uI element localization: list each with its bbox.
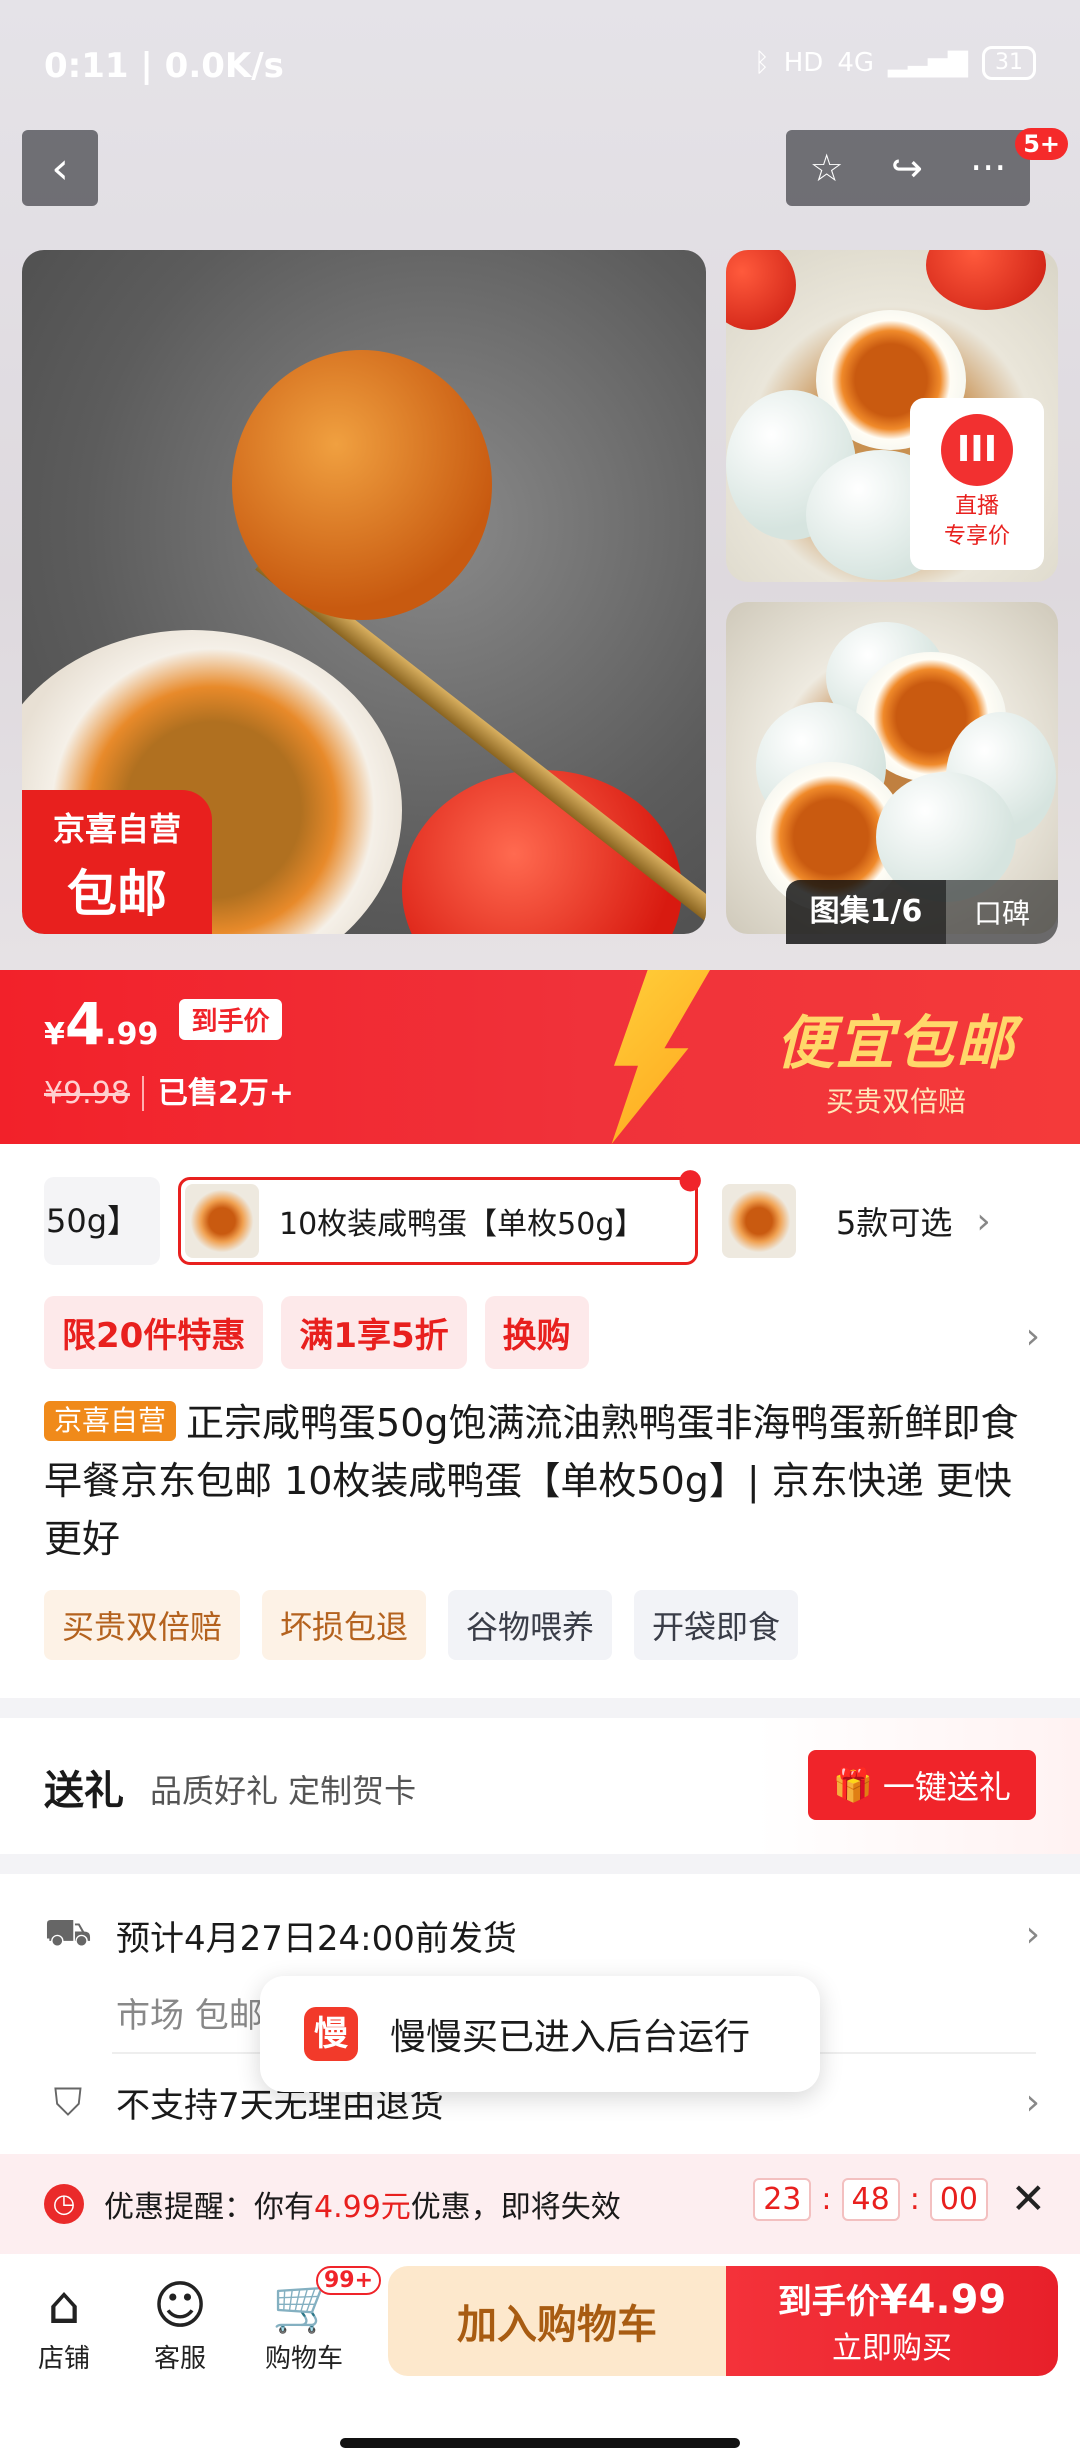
promo-tags[interactable]: 限20件特惠 满1享5折 换购 <box>44 1296 589 1369</box>
sku-more[interactable]: 5款可选 › <box>722 1184 991 1258</box>
hot-icon: ● <box>678 1162 703 1195</box>
to-hand-price-badge: 到手价 <box>179 999 282 1040</box>
sku-selector: 50g】 10枚装咸鸭蛋【单枚50g】 ● 5款可选 › <box>44 1162 1044 1266</box>
promo-tag[interactable]: 换购 <box>484 1296 589 1369</box>
feature-tag: 买贵双倍赔 <box>44 1590 241 1660</box>
live-icon: III <box>941 414 1013 486</box>
feature-tag: 开袋即食 <box>634 1590 799 1660</box>
price-meta: ¥9.98 已售2万+ <box>44 1068 294 1112</box>
clock-icon: ◷ <box>44 2184 84 2224</box>
chevron-right-icon[interactable]: › <box>1026 1316 1040 1357</box>
price-block: ¥4.99 到手价 ¥9.98 已售2万+ <box>44 990 294 1112</box>
countdown-timer: 23: 48: 00 <box>753 2178 988 2221</box>
countdown-hours: 23 <box>753 2178 812 2221</box>
product-info-card: 50g】 10枚装咸鸭蛋【单枚50g】 ● 5款可选 › 限20件特惠 满1享5… <box>0 1144 1080 1698</box>
sold-count: 已售2万+ <box>141 1076 294 1111</box>
current-price: ¥4.99 <box>44 990 159 1058</box>
more-icon[interactable]: ··· <box>970 146 1006 190</box>
home-indicator[interactable] <box>340 2438 740 2448</box>
shield-icon: ⛉ <box>53 2080 83 2124</box>
sku-thumbnail <box>185 1184 259 1258</box>
reminder-amount: 4.99元 <box>314 2190 411 2225</box>
gallery-pill[interactable]: 图集1/6 口碑 <box>786 880 1058 944</box>
gift-section: 送礼 品质好礼 定制贺卡 🎁 一键送礼 <box>0 1718 1080 1854</box>
free-shipping-stamp: 京喜自营 包邮 <box>22 790 212 934</box>
chevron-right-icon[interactable]: › <box>1026 2082 1040 2123</box>
truck-icon: ⛟ <box>44 1910 92 1954</box>
promo-tag[interactable]: 限20件特惠 <box>44 1296 264 1369</box>
bottom-action-bar: ⌂ 店铺 ☺ 客服 🛒 购物车 99+ 加入购物车 到手价¥4.99 立即购买 <box>0 2254 1080 2460</box>
share-icon[interactable]: ↪ <box>891 146 923 190</box>
countdown-minutes: 48 <box>841 2178 900 2221</box>
promo-banner[interactable]: 便宜包邮 买贵双倍赔 <box>776 996 1016 1120</box>
gift-icon: 🎁 <box>833 1766 873 1804</box>
favorite-icon[interactable]: ☆ <box>810 146 844 190</box>
live-stream-card[interactable]: III 直播 专享价 <box>910 398 1044 570</box>
gallery-count[interactable]: 图集1/6 <box>786 880 946 944</box>
original-price: ¥9.98 <box>44 1076 130 1111</box>
promo-tag[interactable]: 满1享5折 <box>281 1296 467 1369</box>
top-actions: ☆ ↪ ··· <box>786 130 1030 206</box>
feature-tag: 谷物喂养 <box>448 1590 613 1660</box>
cart-badge: 99+ <box>316 2266 382 2295</box>
status-icons: ᛒ HD 4G ▂▃▅▇ 31 <box>754 46 1036 80</box>
sku-thumbnail <box>722 1184 796 1258</box>
close-icon[interactable]: ✕ <box>1011 2174 1046 2223</box>
yolk-graphic <box>232 350 492 620</box>
customer-service-button[interactable]: ☺ 客服 <box>130 2274 230 2375</box>
store-icon: ⌂ <box>47 2276 81 2336</box>
lightning-icon <box>611 970 710 1144</box>
back-icon: ‹ <box>51 142 69 194</box>
sku-option-prev[interactable]: 50g】 <box>44 1177 160 1265</box>
store-button[interactable]: ⌂ 店铺 <box>14 2274 114 2375</box>
cart-button[interactable]: 🛒 购物车 99+ <box>254 2266 382 2375</box>
reviews-link[interactable]: 口碑 <box>946 892 1058 932</box>
battery-icon: 31 <box>982 46 1036 80</box>
chat-icon: ☺ <box>152 2276 208 2336</box>
tomato-graphic <box>726 250 796 330</box>
sku-option-selected[interactable]: 10枚装咸鸭蛋【单枚50g】 <box>178 1177 698 1265</box>
discount-reminder: ◷ 优惠提醒：你有 4.99元 优惠，即将失效 23: 48: 00 ✕ <box>0 2154 1080 2254</box>
price-banner: ¥4.99 到手价 ¥9.98 已售2万+ 便宜包邮 买贵双倍赔 <box>0 970 1080 1144</box>
message-badge: 5+ <box>1015 128 1068 160</box>
gift-subtitle: 品质好礼 定制贺卡 <box>150 1772 417 1810</box>
toast-text: 慢慢买已进入后台运行 <box>390 2017 751 2058</box>
shipping-sub: 市场 包邮 <box>116 1996 263 2036</box>
send-gift-button[interactable]: 🎁 一键送礼 <box>808 1750 1036 1820</box>
feature-tag: 坏损包退 <box>262 1590 427 1660</box>
countdown-seconds: 00 <box>929 2178 988 2221</box>
store-tag: 京喜自营 <box>44 1401 177 1441</box>
signal-icon: ▂▃▅▇ <box>888 48 968 78</box>
product-title: 京喜自营 正宗咸鸭蛋50g饱满流油熟鸭蛋非海鸭蛋新鲜即食早餐京东包邮 10枚装咸鸭… <box>44 1401 1019 1561</box>
gift-title: 送礼 <box>44 1768 124 1814</box>
add-to-cart-button[interactable]: 加入购物车 <box>388 2266 726 2376</box>
buy-now-button[interactable]: 到手价¥4.99 立即购买 <box>726 2266 1058 2376</box>
tomato-graphic <box>926 250 1046 310</box>
hd-icon: HD <box>783 48 824 78</box>
main-product-image[interactable]: 京喜自营 包邮 <box>22 250 706 934</box>
chevron-right-icon[interactable]: › <box>1026 1914 1040 1955</box>
bluetooth-icon: ᛒ <box>754 48 770 78</box>
background-toast: 慢 慢慢买已进入后台运行 <box>260 1976 820 2092</box>
app-icon: 慢 <box>304 2007 358 2061</box>
chevron-right-icon: › <box>976 1200 991 1242</box>
back-button[interactable]: ‹ <box>22 130 98 206</box>
shipping-row[interactable]: ⛟ 预计4月27日24:00前发货 市场 包邮 <box>44 1910 517 2036</box>
status-time: 0:11 | 0.0K/s <box>44 46 284 86</box>
shipping-estimate: 预计4月27日24:00前发货 <box>116 1918 517 1959</box>
network-icon: 4G <box>837 48 875 78</box>
feature-tags: 买贵双倍赔 坏损包退 谷物喂养 开袋即食 <box>44 1590 799 1660</box>
